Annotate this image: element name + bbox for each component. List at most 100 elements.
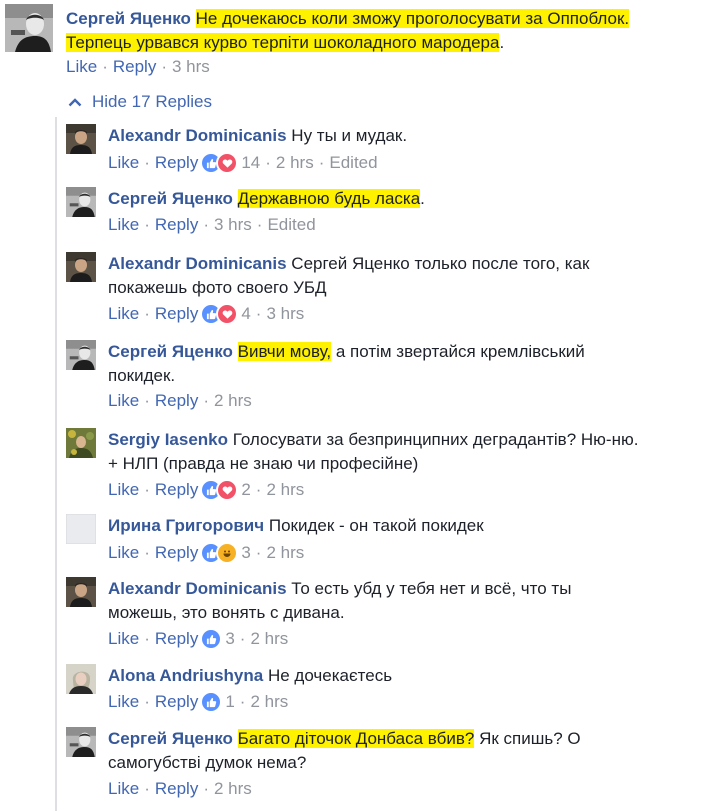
reply-actions: Like · Reply 4 · 3 hrs <box>108 303 304 325</box>
reactions-button[interactable] <box>200 152 239 174</box>
like-button[interactable]: Like <box>108 692 139 712</box>
reply-actions: Like · Reply · 3 hrs · Edited <box>108 215 316 235</box>
reply-author[interactable]: Alexandr Dominicanis <box>108 126 287 145</box>
reply-author[interactable]: Сергей Яценко <box>108 729 233 748</box>
avatar[interactable] <box>66 252 96 282</box>
separator: · <box>144 692 150 711</box>
like-button[interactable]: Like <box>108 779 139 799</box>
hide-replies-button[interactable]: Hide 17 Replies <box>68 92 212 112</box>
avatar[interactable] <box>66 187 96 217</box>
reactions-button[interactable] <box>200 542 239 564</box>
reply-button[interactable]: Reply <box>155 480 198 500</box>
like-button[interactable]: Like <box>108 629 139 649</box>
reply-button[interactable]: Reply <box>155 304 198 324</box>
edited-label[interactable]: Edited <box>267 215 315 235</box>
reply-author[interactable]: Alexandr Dominicanis <box>108 254 287 273</box>
avatar[interactable] <box>66 514 96 544</box>
comment-line-2: Терпець урвався курво терпіти шоколадног… <box>66 31 504 54</box>
timestamp[interactable]: 2 hrs <box>250 692 288 712</box>
separator: · <box>144 480 150 499</box>
reactions-button[interactable] <box>200 691 223 713</box>
reactions-button[interactable] <box>200 303 239 325</box>
comment-actions: Like · Reply · 3 hrs <box>66 57 210 77</box>
timestamp[interactable]: 2 hrs <box>266 480 304 500</box>
timestamp[interactable]: 2 hrs <box>250 629 288 649</box>
timestamp[interactable]: 2 hrs <box>276 153 314 173</box>
avatar[interactable] <box>66 124 96 154</box>
reply-text: Сергей Яценко только после того, как <box>291 254 590 273</box>
reaction-count[interactable]: 4 <box>241 304 250 324</box>
reaction-count[interactable]: 2 <box>241 480 250 500</box>
separator: · <box>144 543 150 562</box>
reply-line: + НЛП (правда не знаю чи професійне) <box>108 452 418 475</box>
reply-author[interactable]: Sergiy Iasenko <box>108 430 228 449</box>
like-button[interactable]: Like <box>108 153 139 173</box>
avatar[interactable] <box>66 664 96 694</box>
reply-line: Сергей Яценко Багато діточок Донбаса вби… <box>108 727 581 750</box>
reply-line: Alona Andriushyna Не дочекаєтесь <box>108 664 392 687</box>
like-button[interactable]: Like <box>108 480 139 500</box>
like-button[interactable]: Like <box>108 215 139 235</box>
reply-thread-line <box>55 117 57 811</box>
reply-text-highlight: Державною будь ласка <box>237 189 421 208</box>
timestamp[interactable]: 3 hrs <box>172 57 210 77</box>
reply-text: покажешь фото своего УБД <box>108 278 327 297</box>
reply-text-highlight: Вивчи мову, <box>237 342 332 361</box>
timestamp[interactable]: 2 hrs <box>266 543 304 563</box>
separator: · <box>239 629 246 648</box>
avatar[interactable] <box>66 340 96 370</box>
separator: · <box>144 629 150 648</box>
reply-text: + НЛП (правда не знаю чи професійне) <box>108 454 419 473</box>
avatar[interactable] <box>66 577 96 607</box>
like-button[interactable]: Like <box>108 304 139 324</box>
avatar[interactable] <box>5 4 53 52</box>
separator: · <box>161 57 167 76</box>
like-icon <box>200 628 223 650</box>
reaction-count[interactable]: 3 <box>241 543 250 563</box>
reaction-count[interactable]: 3 <box>225 629 234 649</box>
reply-button[interactable]: Reply <box>155 543 198 563</box>
reply-line: Ирина Григорович Покидек - он такой поки… <box>108 514 484 537</box>
reply-button[interactable]: Reply <box>155 629 198 649</box>
reply-line: Sergiy Iasenko Голосувати за безпринципн… <box>108 428 638 451</box>
reply-button[interactable]: Reply <box>155 391 198 411</box>
comment-text-highlight: Терпець урвався курво терпіти шоколадног… <box>66 33 500 52</box>
reply-author[interactable]: Сергей Яценко <box>108 342 233 361</box>
reply-line: самогубстві думок нема? <box>108 751 306 774</box>
reply-line: Alexandr Dominicanis То есть убд у тебя … <box>108 577 571 600</box>
edited-label[interactable]: Edited <box>329 153 377 173</box>
love-icon <box>216 303 239 325</box>
timestamp[interactable]: 2 hrs <box>214 391 252 411</box>
separator: · <box>255 304 262 323</box>
separator: · <box>265 153 271 172</box>
reply-button[interactable]: Reply <box>155 215 198 235</box>
avatar[interactable] <box>66 428 96 458</box>
timestamp[interactable]: 3 hrs <box>266 304 304 324</box>
like-button[interactable]: Like <box>66 57 97 77</box>
comment-author[interactable]: Сергей Яценко <box>66 9 191 28</box>
chevron-up-icon <box>68 98 82 107</box>
reply-author[interactable]: Alona Andriushyna <box>108 666 263 685</box>
reply-line: покажешь фото своего УБД <box>108 276 327 299</box>
timestamp[interactable]: 3 hrs <box>214 215 252 235</box>
comment-text: . <box>499 33 505 52</box>
like-button[interactable]: Like <box>108 391 139 411</box>
reply-author[interactable]: Сергей Яценко <box>108 189 233 208</box>
reply-button[interactable]: Reply <box>155 692 198 712</box>
reply-button[interactable]: Reply <box>155 779 198 799</box>
timestamp[interactable]: 2 hrs <box>214 779 252 799</box>
reply-button[interactable]: Reply <box>113 57 156 77</box>
like-button[interactable]: Like <box>108 543 139 563</box>
reply-button[interactable]: Reply <box>155 153 198 173</box>
reactions-button[interactable] <box>200 479 239 501</box>
reaction-count[interactable]: 14 <box>241 153 260 173</box>
separator: · <box>255 543 262 562</box>
reaction-count[interactable]: 1 <box>225 692 234 712</box>
separator: · <box>203 779 209 798</box>
reply-author[interactable]: Ирина Григорович <box>108 516 264 535</box>
reactions-button[interactable] <box>200 628 223 650</box>
separator: · <box>203 391 209 410</box>
comment-line-1: Сергей Яценко Не дочекаюсь коли зможу пр… <box>66 7 630 30</box>
reply-author[interactable]: Alexandr Dominicanis <box>108 579 287 598</box>
avatar[interactable] <box>66 727 96 757</box>
